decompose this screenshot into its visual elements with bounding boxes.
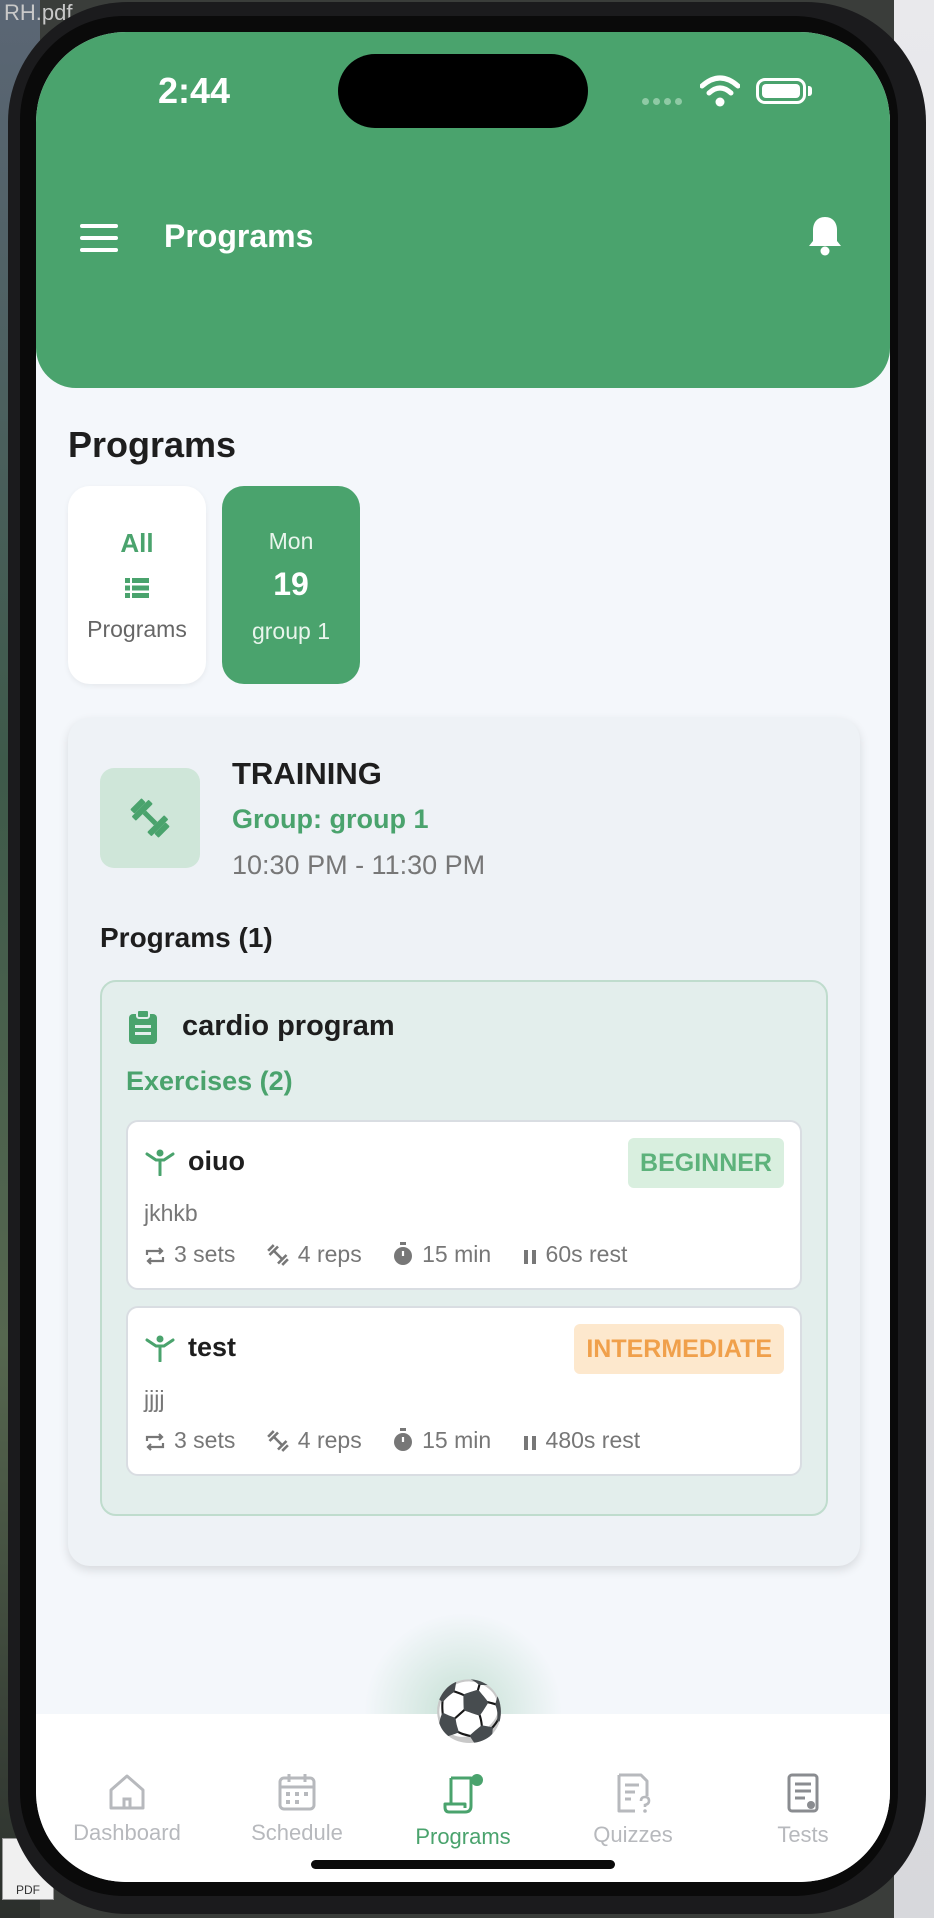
reps-value: 4 reps bbox=[297, 1241, 362, 1268]
dynamic-island bbox=[338, 54, 588, 128]
rest-value: 60s rest bbox=[545, 1241, 628, 1268]
page-title: Programs bbox=[164, 218, 314, 254]
training-time: 10:30 PM - 11:30 PM bbox=[232, 850, 486, 880]
dumbbell-small-icon bbox=[266, 1430, 289, 1453]
repeat-icon bbox=[145, 1247, 165, 1266]
repeat-icon bbox=[145, 1433, 165, 1452]
program-card[interactable]: cardio program Exercises (2) oiuo BEGINN… bbox=[100, 980, 828, 1516]
training-card: TRAINING Group: group 1 10:30 PM - 11:30… bbox=[68, 718, 860, 1566]
bell-icon[interactable] bbox=[806, 214, 844, 256]
programs-icon bbox=[443, 1774, 483, 1814]
level-badge: INTERMEDIATE bbox=[574, 1324, 784, 1374]
duration-stat: 15 min bbox=[392, 1427, 491, 1454]
dumbbell-small-icon bbox=[266, 1244, 289, 1267]
nav-label: Schedule bbox=[251, 1820, 343, 1845]
level-badge: BEGINNER bbox=[628, 1138, 784, 1188]
exercise-description: jkhkb bbox=[144, 1200, 198, 1226]
exercise-card[interactable]: oiuo BEGINNER jkhkb 3 sets 4 reps 15 min… bbox=[126, 1120, 802, 1290]
nav-tests[interactable]: Tests bbox=[723, 1772, 883, 1848]
calendar-icon bbox=[278, 1774, 316, 1811]
rest-value: 480s rest bbox=[545, 1427, 641, 1454]
filter-group: group 1 bbox=[251, 618, 330, 644]
rest-stat: 480s rest bbox=[522, 1427, 641, 1454]
exercise-icon bbox=[145, 1335, 175, 1362]
exercise-stats: 3 sets 4 reps 15 min 480s rest bbox=[144, 1426, 664, 1456]
sets-stat: 3 sets bbox=[144, 1427, 235, 1454]
battery-icon bbox=[756, 78, 806, 104]
reps-stat: 4 reps bbox=[266, 1241, 362, 1268]
duration-value: 15 min bbox=[422, 1427, 492, 1454]
stopwatch-icon bbox=[394, 1242, 413, 1266]
exercise-name: test bbox=[188, 1332, 237, 1362]
filter-all-programs[interactable]: All Programs bbox=[68, 486, 206, 684]
rest-stat: 60s rest bbox=[522, 1241, 628, 1268]
app-screen: 2:44 Programs Programs All Programs Mon … bbox=[36, 32, 890, 1882]
sets-value: 3 sets bbox=[174, 1241, 236, 1268]
stopwatch-icon bbox=[394, 1428, 413, 1452]
exercise-icon bbox=[145, 1149, 175, 1176]
exercise-description: jjjj bbox=[144, 1386, 165, 1412]
filter-all-sublabel: Programs bbox=[87, 616, 187, 642]
exercise-stats: 3 sets 4 reps 15 min 60s rest bbox=[144, 1240, 651, 1270]
training-icon-box bbox=[100, 768, 200, 868]
duration-value: 15 min bbox=[422, 1241, 492, 1268]
exercise-name: oiuo bbox=[188, 1146, 245, 1176]
exercises-count-label: Exercises (2) bbox=[126, 1066, 293, 1096]
sets-stat: 3 sets bbox=[144, 1241, 235, 1268]
nav-programs[interactable]: Programs bbox=[383, 1772, 543, 1850]
nav-dashboard[interactable]: Dashboard bbox=[47, 1772, 207, 1846]
filter-all-label: All bbox=[120, 528, 154, 558]
nav-label: Tests bbox=[777, 1822, 829, 1847]
home-icon bbox=[109, 1774, 145, 1810]
training-type: TRAINING bbox=[232, 756, 382, 791]
nav-label: Quizzes bbox=[593, 1822, 673, 1847]
filter-weekday: Mon bbox=[268, 528, 314, 554]
nav-label: Programs bbox=[415, 1824, 511, 1849]
programs-count-label: Programs (1) bbox=[100, 922, 273, 953]
status-time: 2:44 bbox=[158, 70, 231, 111]
menu-icon[interactable] bbox=[80, 224, 118, 252]
clipboard-icon bbox=[129, 1010, 157, 1044]
soccer-ball-icon[interactable]: ⚽ bbox=[433, 1682, 505, 1742]
home-indicator[interactable] bbox=[311, 1860, 615, 1869]
exercise-card[interactable]: test INTERMEDIATE jjjj 3 sets 4 reps 15 … bbox=[126, 1306, 802, 1476]
training-group: Group: group 1 bbox=[232, 804, 429, 834]
quiz-icon bbox=[617, 1773, 651, 1813]
sets-value: 3 sets bbox=[174, 1427, 236, 1454]
tests-icon bbox=[787, 1773, 819, 1813]
dumbbell-icon bbox=[130, 798, 170, 838]
app-header: 2:44 Programs bbox=[36, 32, 890, 388]
nav-schedule[interactable]: Schedule bbox=[217, 1772, 377, 1846]
reps-value: 4 reps bbox=[297, 1427, 362, 1454]
wifi-icon bbox=[700, 75, 740, 107]
signal-icon bbox=[642, 92, 686, 105]
pause-icon bbox=[523, 1250, 536, 1265]
pause-icon bbox=[523, 1436, 536, 1451]
nav-label: Dashboard bbox=[73, 1820, 181, 1845]
reps-stat: 4 reps bbox=[266, 1427, 362, 1454]
list-icon bbox=[125, 578, 149, 598]
nav-quizzes[interactable]: Quizzes bbox=[553, 1772, 713, 1848]
filter-day-mon-19[interactable]: Mon 19 group 1 bbox=[222, 486, 360, 684]
section-title: Programs bbox=[68, 424, 237, 465]
battery-cap bbox=[808, 86, 812, 96]
program-name: cardio program bbox=[182, 1010, 395, 1042]
duration-stat: 15 min bbox=[392, 1241, 491, 1268]
filter-date: 19 bbox=[273, 566, 309, 602]
